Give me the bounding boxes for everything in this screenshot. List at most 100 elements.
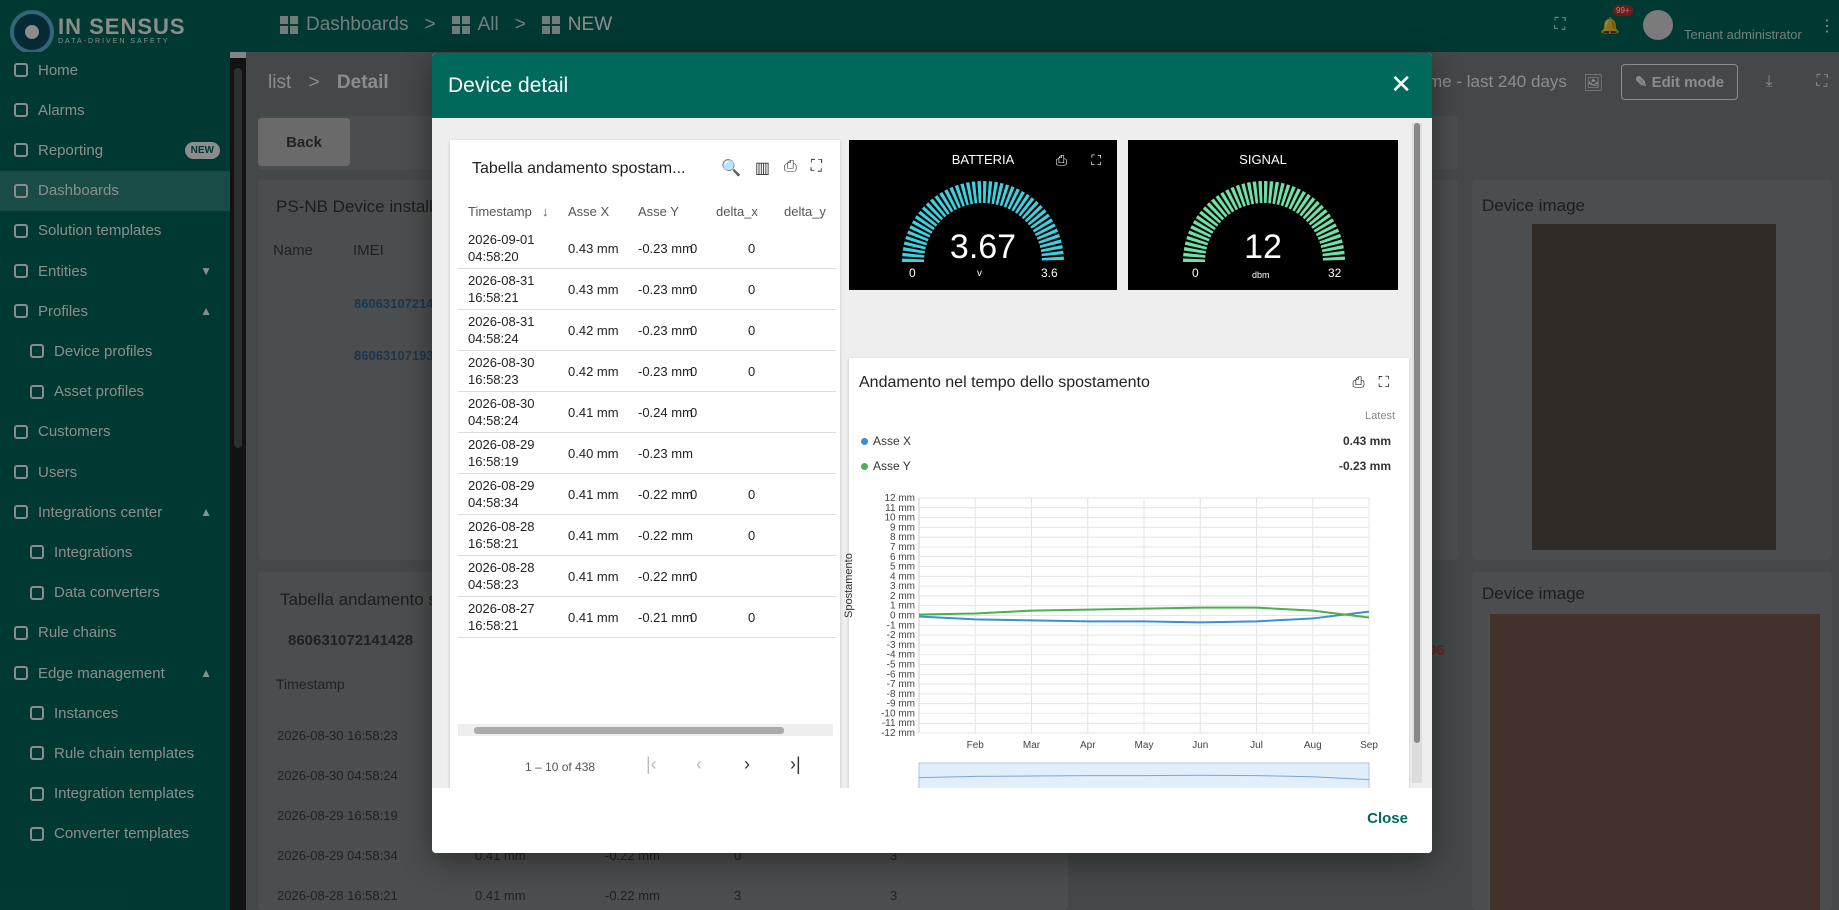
cell-x: 0.43 mm <box>568 241 619 256</box>
cell-t: 04:58:23 <box>468 577 519 592</box>
table-row[interactable]: 2026-08-28 04:58:23 0.41 mm -0.22 mm 0 <box>458 556 836 597</box>
cell-d: 2026-08-27 <box>468 601 535 616</box>
next-page-icon[interactable]: › <box>744 754 750 775</box>
cell-y: -0.23 mm <box>638 446 693 461</box>
col-delta-y[interactable]: delta_y <box>784 204 826 219</box>
gauge-value: 3.67 <box>949 228 1017 266</box>
table-row[interactable]: 2026-08-31 04:58:24 0.42 mm -0.23 mm 0 0 <box>458 310 836 351</box>
gauge-min: 0 <box>909 266 916 280</box>
cell-x: 0.41 mm <box>568 487 619 502</box>
cell-dy: 0 <box>748 323 756 338</box>
x-tick-label: Apr <box>1080 740 1096 751</box>
table-row[interactable]: 2026-08-27 16:58:21 0.41 mm -0.21 mm 0 0 <box>458 597 836 638</box>
close-icon[interactable]: ✕ <box>1390 69 1412 100</box>
cell-y: -0.23 mm <box>638 241 693 256</box>
x-tick-label: Aug <box>1304 740 1322 751</box>
cell-t: 16:58:23 <box>468 372 519 387</box>
cell-t: 04:58:24 <box>468 413 519 428</box>
export-icon[interactable]: ⎙ <box>1056 152 1067 169</box>
table-row[interactable]: 2026-08-28 16:58:21 0.41 mm -0.22 mm 0 <box>458 515 836 556</box>
export-icon[interactable]: ⎙ <box>784 158 797 178</box>
cell-dx: 0 <box>690 241 698 256</box>
search-icon[interactable]: 🔍 <box>721 158 741 178</box>
table-hscrollbar[interactable] <box>458 724 833 736</box>
pagination-range: 1 – 10 of 438 <box>525 760 596 774</box>
table-row[interactable]: 2026-08-29 04:58:34 0.41 mm -0.22 mm 0 0 <box>458 474 836 515</box>
close-button[interactable]: Close <box>1367 810 1408 827</box>
gauge-max: 3.6 <box>1041 266 1058 280</box>
cell-y: -0.23 mm <box>638 364 693 379</box>
col-delta-x[interactable]: delta_x <box>716 204 758 219</box>
legend-label: Asse X <box>873 434 912 448</box>
cell-d: 2026-08-30 <box>468 396 535 411</box>
series-dot-icon <box>861 463 868 470</box>
legend-item[interactable]: Asse X 0.43 mm <box>861 434 1391 448</box>
cell-x: 0.43 mm <box>568 282 619 297</box>
cell-x: 0.41 mm <box>568 405 619 420</box>
dialog-title: Device detail <box>448 74 569 97</box>
sort-arrow-down-icon[interactable]: ↓ <box>542 204 549 219</box>
cell-t: 04:58:24 <box>468 331 519 346</box>
cell-dy: 0 <box>748 241 756 256</box>
cell-d: 2026-09-01 <box>468 232 535 247</box>
chart-title: Andamento nel tempo dello spostamento <box>859 374 1150 391</box>
dialog-header: Device detail ✕ <box>432 53 1432 118</box>
cell-x: 0.41 mm <box>568 569 619 584</box>
first-page-icon[interactable]: |‹ <box>646 754 657 775</box>
cell-y: -0.23 mm <box>638 323 693 338</box>
col-timestamp[interactable]: Timestamp <box>468 204 532 219</box>
signal-gauge: SIGNAL 12 dbm 0 32 <box>1128 140 1398 290</box>
export-icon[interactable]: ⎙ <box>1352 374 1364 391</box>
displacement-chart-card: Andamento nel tempo dello spostamento ⎙ … <box>843 358 1409 788</box>
displacement-chart[interactable]: 12 mm11 mm10 mm9 mm8 mm7 mm6 mm5 mm4 mm3… <box>849 488 1409 788</box>
x-tick-label: Sep <box>1360 740 1378 751</box>
legend-item[interactable]: Asse Y -0.23 mm <box>861 459 1391 473</box>
x-tick-label: Mar <box>1023 740 1041 751</box>
cell-d: 2026-08-28 <box>468 560 535 575</box>
cell-d: 2026-08-29 <box>468 478 535 493</box>
prev-page-icon[interactable]: ‹ <box>696 754 702 775</box>
table-row[interactable]: 2026-08-30 04:58:24 0.41 mm -0.24 mm 0 <box>458 392 836 433</box>
columns-icon[interactable]: ▥ <box>755 158 770 178</box>
table-row[interactable]: 2026-08-31 16:58:21 0.43 mm -0.23 mm 0 0 <box>458 269 836 310</box>
cell-y: -0.22 mm <box>638 569 693 584</box>
table-header: Timestamp ↓ Asse X Asse Y delta_x delta_… <box>458 196 836 228</box>
gauge-max: 32 <box>1328 266 1342 280</box>
cell-d: 2026-08-31 <box>468 273 535 288</box>
cell-dx: 0 <box>690 282 698 297</box>
cell-dx: 0 <box>690 323 698 338</box>
cell-x: 0.42 mm <box>568 364 619 379</box>
cell-t: 16:58:21 <box>468 536 519 551</box>
cell-dx: 0 <box>690 569 698 584</box>
cell-dy: 0 <box>748 610 756 625</box>
col-asse-y[interactable]: Asse Y <box>638 204 679 219</box>
cell-t: 16:58:21 <box>468 290 519 305</box>
fullscreen-icon[interactable]: ⛶ <box>1091 152 1101 169</box>
displacement-table-card: Tabella andamento spostam... 🔍 ▥ ⎙ ⛶ Tim… <box>450 140 840 790</box>
cell-y: -0.23 mm <box>638 282 693 297</box>
y-tick-label: -12 mm <box>881 728 915 739</box>
x-tick-label: May <box>1135 740 1154 751</box>
table-row[interactable]: 2026-08-29 16:58:19 0.40 mm -0.23 mm <box>458 433 836 474</box>
table-row[interactable]: 2026-08-30 16:58:23 0.42 mm -0.23 mm 0 0 <box>458 351 836 392</box>
chart-toolbar: ⎙ ⛶ <box>1352 374 1389 391</box>
x-tick-label: Feb <box>967 740 985 751</box>
cell-dy: 0 <box>748 487 756 502</box>
cell-dy: 0 <box>748 282 756 297</box>
fullscreen-icon[interactable]: ⛶ <box>1378 374 1389 391</box>
last-page-icon[interactable]: ›| <box>790 754 801 775</box>
cell-t: 16:58:21 <box>468 618 519 633</box>
cell-t: 04:58:20 <box>468 249 519 264</box>
gauge-title: BATTERIA <box>951 152 1015 167</box>
cell-d: 2026-08-29 <box>468 437 535 452</box>
battery-gauge: BATTERIA ⎙ ⛶ 3.67 v 0 3.6 <box>849 140 1117 290</box>
cell-dy: 0 <box>748 364 756 379</box>
col-asse-x[interactable]: Asse X <box>568 204 609 219</box>
legend-latest: -0.23 mm <box>1338 459 1391 473</box>
cell-y: -0.22 mm <box>638 487 693 502</box>
dialog-scrollbar[interactable] <box>1412 123 1422 783</box>
dialog-footer: Close <box>432 788 1432 853</box>
fullscreen-icon[interactable]: ⛶ <box>811 158 822 178</box>
table-row[interactable]: 2026-09-01 04:58:20 0.43 mm -0.23 mm 0 0 <box>458 228 836 269</box>
cell-dx: 0 <box>690 364 698 379</box>
